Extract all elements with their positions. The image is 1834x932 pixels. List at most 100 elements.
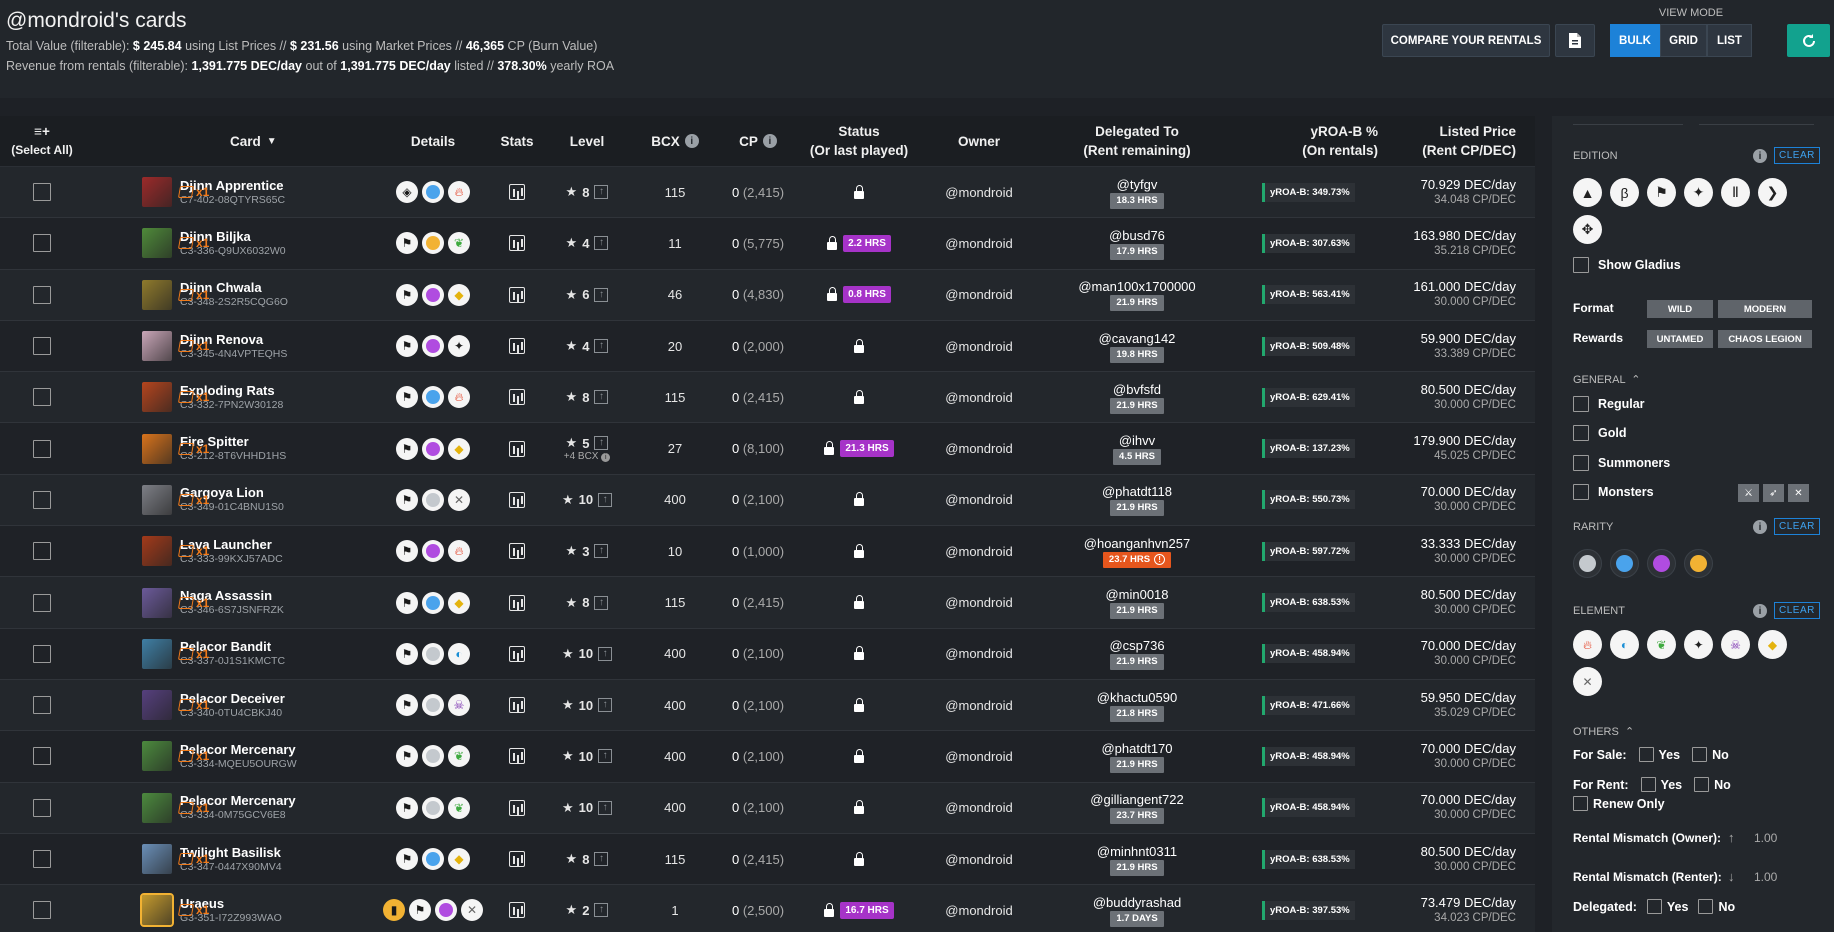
general-gold-checkbox[interactable]: Gold xyxy=(1573,425,1626,441)
table-row[interactable]: x1 Lava Launcher C3-333-99KXJ57ADC ⚑ 🔥︎ … xyxy=(0,526,1535,578)
epic-rarity-icon[interactable] xyxy=(1647,549,1676,578)
card-cell[interactable]: x1 Pelacor Mercenary C3-334-0M75GCV6E8 xyxy=(84,783,374,833)
dragon-element-icon[interactable]: ◆ xyxy=(1758,630,1787,659)
checkbox[interactable] xyxy=(1573,257,1589,273)
level-up-icon[interactable]: ↑ xyxy=(598,749,613,764)
checkbox[interactable] xyxy=(1573,396,1589,412)
rarity-clear-button[interactable]: CLEAR xyxy=(1774,518,1820,535)
card-cell[interactable]: x1 Pelacor Mercenary C3-334-MQEU5OURGW xyxy=(84,731,374,781)
row-checkbox[interactable] xyxy=(33,850,51,868)
card-cell[interactable]: x1 Gargoya Lion C3-349-01C4BNU1S0 xyxy=(84,475,374,525)
level-up-icon[interactable]: ↑ xyxy=(598,800,613,815)
element-clear-button[interactable]: CLEAR xyxy=(1774,602,1820,619)
owner-cell[interactable]: @mondroid xyxy=(920,270,1038,320)
table-row[interactable]: x1 Exploding Rats C3-332-7PN2W30128 ⚑ 🔥︎… xyxy=(0,372,1535,424)
owner-cell[interactable]: @mondroid xyxy=(920,680,1038,730)
delegated-player[interactable]: @khactu0590 xyxy=(1097,689,1177,706)
general-section-toggle[interactable]: GENERAL ⌃ xyxy=(1573,373,1641,386)
stats-icon[interactable] xyxy=(509,851,525,867)
delegated-player[interactable]: @cavang142 xyxy=(1099,330,1176,347)
stats-icon[interactable] xyxy=(509,594,525,611)
level-up-icon[interactable]: ↑ xyxy=(594,544,609,559)
delegated-player[interactable]: @gilliangent722 xyxy=(1090,791,1183,808)
stats-icon[interactable] xyxy=(509,902,525,919)
table-row[interactable]: x1 Naga Assassin C3-346-6S7JSNFRZK ⚑ ◆ ★… xyxy=(0,577,1535,629)
card-thumbnail[interactable] xyxy=(142,433,172,464)
level-up-icon[interactable]: ↑ xyxy=(594,287,609,302)
neutral-element-icon[interactable]: ✕ xyxy=(1573,667,1602,696)
owner-cell[interactable]: @mondroid xyxy=(920,731,1038,781)
level-up-icon[interactable]: ↑ xyxy=(594,236,609,251)
water-element-icon[interactable]: ◐ xyxy=(1610,630,1639,659)
card-thumbnail[interactable] xyxy=(142,638,172,669)
card-cell[interactable]: x1 Djinn Biljka C3-336-Q9UX6032W0 xyxy=(84,218,374,268)
level-up-icon[interactable]: ↑ xyxy=(594,436,609,451)
general-monsters-checkbox[interactable]: Monsters xyxy=(1573,484,1654,500)
card-thumbnail[interactable] xyxy=(142,587,172,618)
row-checkbox[interactable] xyxy=(33,747,51,766)
owner-cell[interactable]: @mondroid xyxy=(920,577,1038,627)
earth-element-icon[interactable]: ❦ xyxy=(1647,630,1676,659)
table-row[interactable]: x1 Gargoya Lion C3-349-01C4BNU1S0 ⚑ ✕ ★ 1… xyxy=(0,474,1535,527)
owner-cell[interactable]: @mondroid xyxy=(920,834,1038,884)
info-icon[interactable]: i xyxy=(1753,520,1767,534)
fire-element-icon[interactable]: 🔥︎ xyxy=(1573,630,1602,659)
card-thumbnail[interactable] xyxy=(142,844,172,874)
delegated-player[interactable]: @phatdt118 xyxy=(1102,483,1172,500)
delegated-player[interactable]: @ihvv xyxy=(1119,432,1155,449)
card-cell[interactable]: x1 Fire Spitter C3-212-8T6VHHD1HS xyxy=(84,423,374,473)
level-up-icon[interactable]: ↑ xyxy=(598,492,613,507)
row-checkbox[interactable] xyxy=(33,337,51,356)
row-checkbox[interactable] xyxy=(33,593,51,612)
stats-icon[interactable] xyxy=(509,748,525,765)
card-thumbnail[interactable] xyxy=(142,228,172,259)
row-checkbox[interactable] xyxy=(33,798,51,817)
level-up-icon[interactable]: ↑ xyxy=(594,339,609,354)
checkbox[interactable] xyxy=(1646,899,1662,914)
owner-cell[interactable]: @mondroid xyxy=(920,526,1038,576)
table-row[interactable]: x1 Pelacor Deceiver C3-340-0TU4CBKJ40 ⚑ … xyxy=(0,679,1535,732)
delegated-player[interactable]: @min0018 xyxy=(1105,586,1168,603)
stats-icon[interactable] xyxy=(509,799,525,816)
untamed-edition-icon[interactable]: ✦ xyxy=(1684,178,1713,207)
rare-rarity-icon[interactable] xyxy=(1610,549,1639,578)
reward-edition-icon[interactable]: ✥ xyxy=(1573,215,1602,244)
stats-icon[interactable] xyxy=(509,338,525,355)
checkbox[interactable] xyxy=(1573,425,1589,441)
table-row[interactable]: x1 Pelacor Mercenary C3-334-MQEU5OURGW ⚑… xyxy=(0,731,1535,783)
card-cell[interactable]: x1 Exploding Rats C3-332-7PN2W30128 xyxy=(84,372,374,422)
row-checkbox[interactable] xyxy=(33,183,51,202)
stats-icon[interactable] xyxy=(509,389,525,406)
row-checkbox[interactable] xyxy=(33,388,51,407)
stats-icon[interactable] xyxy=(509,235,525,252)
card-thumbnail[interactable] xyxy=(142,279,172,310)
row-checkbox[interactable] xyxy=(33,490,51,509)
owner-cell[interactable]: @mondroid xyxy=(920,321,1038,371)
checkbox[interactable] xyxy=(1640,777,1656,792)
card-thumbnail[interactable] xyxy=(142,484,172,515)
card-thumbnail[interactable] xyxy=(142,792,172,823)
promo-edition-icon[interactable]: ⚑ xyxy=(1647,178,1676,207)
delegated-player[interactable]: @phatdt170 xyxy=(1101,740,1172,757)
general-regular-checkbox[interactable]: Regular xyxy=(1573,396,1645,412)
card-thumbnail[interactable] xyxy=(142,177,172,208)
table-row[interactable]: x1 Fire Spitter C3-212-8T6VHHD1HS ⚑ ◆ ★ 5… xyxy=(0,423,1535,475)
card-cell[interactable]: x1 Twilight Basilisk C3-347-0447X90MV4 xyxy=(84,834,374,884)
row-checkbox[interactable] xyxy=(33,542,51,561)
owner-cell[interactable]: @mondroid xyxy=(920,372,1038,422)
checkbox[interactable] xyxy=(1692,747,1708,762)
view-list-button[interactable]: LIST xyxy=(1707,24,1752,57)
stats-icon[interactable] xyxy=(509,440,525,457)
select-all-header[interactable]: ≡+ (Select All) xyxy=(0,116,84,166)
card-cell[interactable]: x1 Djinn Chwala C3-348-2S2R5CQG6O xyxy=(84,270,374,320)
magic-filter-icon[interactable]: ✕ xyxy=(1788,484,1809,502)
card-cell[interactable]: x1 Pelacor Bandit C3-337-0J1S1KMCTC xyxy=(84,629,374,679)
row-checkbox[interactable] xyxy=(33,644,51,663)
card-cell[interactable]: x1 Uraeus G3-351-I72Z993WAO xyxy=(84,885,374,932)
checkbox[interactable] xyxy=(1573,484,1589,500)
stats-icon[interactable] xyxy=(509,286,525,303)
rewards-chaos-button[interactable]: CHAOS LEGION xyxy=(1718,330,1812,348)
checkbox[interactable] xyxy=(1694,777,1710,792)
delegated-player[interactable]: @tyfgv xyxy=(1117,176,1158,193)
legendary-rarity-icon[interactable] xyxy=(1684,549,1713,578)
